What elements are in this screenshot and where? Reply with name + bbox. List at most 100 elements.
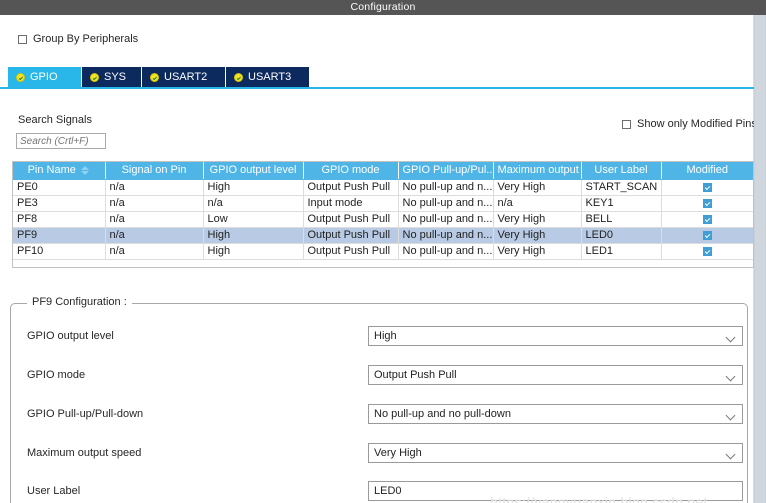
column-header-pin-name[interactable]: Pin Name	[13, 162, 106, 180]
show-only-modified-pins-label: Show only Modified Pins	[637, 118, 757, 130]
config-row: GPIO output level High	[11, 326, 747, 348]
cell-pin-name: PF8	[13, 211, 106, 228]
config-row: GPIO Pull-up/Pull-down No pull-up and no …	[11, 404, 747, 426]
chevron-down-icon[interactable]	[727, 373, 735, 381]
config-field-value: Output Push Pull	[374, 369, 457, 381]
checked-checkbox-icon[interactable]	[702, 246, 712, 256]
window-title-bar: Configuration	[0, 0, 766, 15]
cell-gpio-pull: No pull-up and n...	[398, 211, 494, 228]
column-header-signal-on-pin[interactable]: Signal on Pin	[105, 162, 204, 180]
cell-signal-on-pin: n/a	[105, 243, 204, 260]
select-gpio-output-level[interactable]: High	[368, 326, 743, 346]
configuration-panel: Group By Peripherals GPIO SYS USART2 USART3…	[0, 15, 757, 503]
column-header-gpio-pull-up-pul[interactable]: GPIO Pull-up/Pul...	[398, 162, 494, 180]
tab-label: GPIO	[30, 71, 58, 83]
search-signals-label: Search Signals	[18, 114, 92, 126]
group-by-peripherals-checkbox[interactable]: Group By Peripherals	[18, 33, 138, 45]
table-row[interactable]: PF10 n/a High Output Push Pull No pull-up an…	[13, 243, 753, 260]
column-header-maximum-output[interactable]: Maximum output ...	[493, 162, 582, 180]
cell-user-label: LED1	[581, 243, 662, 260]
cell-modified[interactable]	[661, 227, 753, 244]
column-header-label: Pin Name	[27, 164, 76, 176]
config-field-value: LED0	[374, 485, 402, 497]
check-circle-icon	[90, 72, 99, 82]
config-field-value: High	[374, 330, 397, 342]
tab-usart3[interactable]: USART3	[226, 67, 310, 87]
tab-usart2[interactable]: USART2	[142, 67, 226, 87]
cell-gpio-mode: Input mode	[303, 195, 399, 212]
cell-gpio-output-level: n/a	[203, 195, 304, 212]
config-row: GPIO mode Output Push Pull	[11, 365, 747, 387]
cell-modified[interactable]	[661, 211, 753, 228]
config-field-label: GPIO Pull-up/Pull-down	[27, 408, 144, 420]
config-field-label: GPIO output level	[27, 330, 114, 342]
column-header-label: GPIO Pull-up/Pul...	[402, 164, 493, 176]
cell-pin-name: PF10	[13, 243, 106, 260]
sort-arrows-icon[interactable]	[80, 165, 90, 176]
right-scroll-rail[interactable]	[754, 15, 766, 503]
checked-checkbox-icon[interactable]	[702, 230, 712, 240]
cell-signal-on-pin: n/a	[105, 179, 204, 196]
cell-gpio-output-level: High	[203, 227, 304, 244]
tab-sys[interactable]: SYS	[82, 67, 142, 87]
select-gpio-pull-up-pull-down[interactable]: No pull-up and no pull-down	[368, 404, 743, 424]
config-row: Maximum output speed Very High	[11, 443, 747, 465]
select-gpio-mode[interactable]: Output Push Pull	[368, 365, 743, 385]
chevron-down-icon[interactable]	[727, 412, 735, 420]
cell-max-output-speed: n/a	[493, 195, 582, 212]
checked-checkbox-icon[interactable]	[702, 214, 712, 224]
cell-modified[interactable]	[661, 195, 753, 212]
config-field-value: Very High	[374, 447, 422, 459]
column-header-gpio-output-level[interactable]: GPIO output level	[203, 162, 304, 180]
tab-label: USART2	[164, 71, 208, 83]
checkbox-icon[interactable]	[622, 119, 631, 129]
check-circle-icon	[150, 72, 159, 82]
column-header-modified[interactable]: Modified	[661, 162, 753, 180]
cell-user-label: LED0	[581, 227, 662, 244]
pin-configuration-table: Pin Name Signal on Pin GPIO output level GP…	[12, 161, 754, 268]
select-maximum-output-speed[interactable]: Very High	[368, 443, 743, 463]
column-header-label: User Label	[594, 164, 648, 176]
cell-gpio-mode: Output Push Pull	[303, 227, 399, 244]
cell-modified[interactable]	[661, 243, 753, 260]
input-user-label[interactable]: LED0	[368, 481, 743, 501]
table-row[interactable]: PE0 n/a High Output Push Pull No pull-up and…	[13, 179, 753, 196]
pin-config-groupbox-title: PF9 Configuration :	[27, 296, 132, 308]
chevron-down-icon[interactable]	[727, 334, 735, 342]
search-input[interactable]	[16, 133, 106, 149]
checkbox-icon[interactable]	[18, 34, 27, 44]
column-header-label: Signal on Pin	[121, 164, 187, 176]
checked-checkbox-icon[interactable]	[702, 198, 712, 208]
tab-gpio[interactable]: GPIO	[8, 67, 82, 87]
cell-gpio-pull: No pull-up and n...	[398, 195, 494, 212]
cell-user-label: KEY1	[581, 195, 662, 212]
table-row[interactable]: PF9 n/a High Output Push Pull No pull-up and…	[13, 227, 753, 244]
column-header-user-label[interactable]: User Label	[581, 162, 662, 180]
check-circle-icon	[234, 72, 243, 82]
show-only-modified-pins-checkbox[interactable]: Show only Modified Pins	[622, 118, 757, 130]
cell-signal-on-pin: n/a	[105, 211, 204, 228]
checked-checkbox-icon[interactable]	[702, 182, 712, 192]
cell-pin-name: PE0	[13, 179, 106, 196]
cell-gpio-pull: No pull-up and n...	[398, 179, 494, 196]
chevron-down-icon[interactable]	[727, 451, 735, 459]
tab-label: USART3	[248, 71, 292, 83]
table-row[interactable]: PE3 n/a n/a Input mode No pull-up and n... n/…	[13, 195, 753, 212]
cell-gpio-output-level: High	[203, 179, 304, 196]
tab-underline	[0, 87, 754, 89]
column-header-label: GPIO output level	[209, 164, 297, 176]
cell-gpio-pull: No pull-up and n...	[398, 227, 494, 244]
config-field-value: No pull-up and no pull-down	[374, 408, 511, 420]
column-header-gpio-mode[interactable]: GPIO mode	[303, 162, 399, 180]
cell-modified[interactable]	[661, 179, 753, 196]
cell-gpio-output-level: Low	[203, 211, 304, 228]
cell-pin-name: PF9	[13, 227, 106, 244]
cell-gpio-pull: No pull-up and n...	[398, 243, 494, 260]
configuration-window: Configuration Group By Peripherals GPIO S…	[0, 0, 766, 503]
cell-pin-name: PE3	[13, 195, 106, 212]
config-field-label: User Label	[27, 485, 81, 497]
right-scroll-rail-track[interactable]	[755, 15, 765, 503]
table-row[interactable]: PF8 n/a Low Output Push Pull No pull-up and …	[13, 211, 753, 228]
config-field-label: Maximum output speed	[27, 447, 142, 459]
pin-config-groupbox: PF9 Configuration : GPIO output level Hig…	[10, 296, 748, 503]
